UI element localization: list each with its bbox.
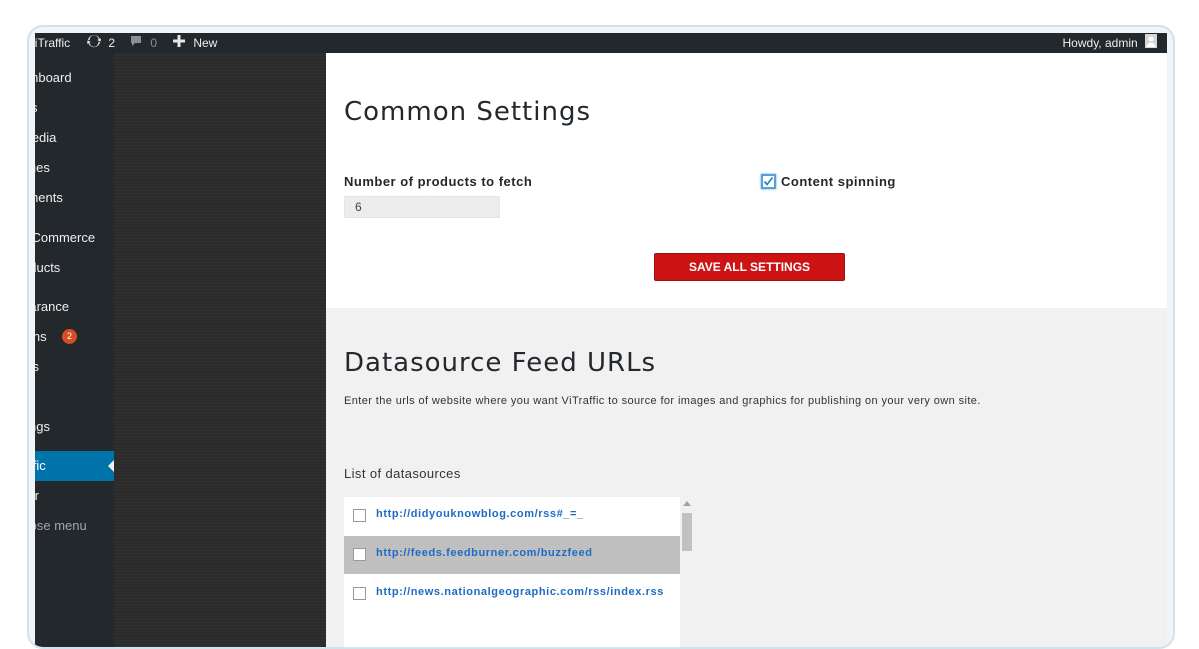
scroll-up-arrow-icon[interactable] <box>683 501 691 506</box>
datasource-list-label: List of datasources <box>344 466 461 481</box>
checkmark-icon <box>763 176 774 187</box>
sidebar-item-label: WooCommerce <box>35 223 95 253</box>
updates-link[interactable]: 2 <box>86 33 115 53</box>
sidebar-item-dashboard[interactable]: Dashboard <box>35 63 114 93</box>
products-count-input[interactable] <box>344 196 500 218</box>
admin-bar: ViTraffic 2 0 New Howdy, <box>35 33 1167 53</box>
datasource-url[interactable]: http://feeds.feedburner.com/buzzfeed <box>376 547 593 559</box>
datasource-description: Enter the urls of website where you want… <box>344 395 981 407</box>
scrollbar-thumb[interactable] <box>682 513 692 551</box>
datasource-title: Datasource Feed URLs <box>344 348 656 378</box>
sidebar-item-posts[interactable]: Posts <box>35 93 114 123</box>
sidebar-item-label: Products <box>35 253 60 283</box>
content-spinning-label: Content spinning <box>781 174 896 189</box>
sidebar-item-comments[interactable]: Comments <box>35 183 114 213</box>
sidebar-item-label: Appearance <box>35 292 69 322</box>
sidebar-item-vitraffic[interactable]: ViTraffic <box>35 451 114 481</box>
datasource-url[interactable]: http://news.nationalgeographic.com/rss/i… <box>376 586 664 598</box>
sidebar-item-label: Comments <box>35 183 63 213</box>
greeting-text: Howdy, admin <box>1063 36 1138 50</box>
sidebar-item-settings[interactable]: Settings <box>35 412 114 442</box>
sidebar-item-label: Collapse menu <box>35 511 87 541</box>
products-count-label: Number of products to fetch <box>344 174 532 189</box>
sidebar-item-woocommerce[interactable]: WooCommerce <box>35 223 114 253</box>
comments-link[interactable]: 0 <box>130 33 157 53</box>
updates-count: 2 <box>108 36 115 50</box>
sidebar-item-editor[interactable]: Editor <box>35 481 114 511</box>
sidebar-item-collapse-menu[interactable]: Collapse menu <box>35 511 114 541</box>
sidebar-item-pages[interactable]: Pages <box>35 153 114 183</box>
sidebar-item-label: Media <box>35 123 56 153</box>
datasource-row-checkbox[interactable] <box>353 548 366 561</box>
datasource-list-scrollbar[interactable] <box>680 497 694 647</box>
sidebar-item-label: ViTraffic <box>35 451 46 481</box>
sidebar-item-label: Plugins <box>35 322 47 352</box>
browser-frame: ViTraffic 2 0 New Howdy, <box>27 25 1175 649</box>
datasource-row[interactable]: http://news.nationalgeographic.com/rss/i… <box>344 575 680 613</box>
sidebar-item-users[interactable]: Users <box>35 352 114 382</box>
sidebar-item-appearance[interactable]: Appearance <box>35 292 114 322</box>
wp-admin-window: ViTraffic 2 0 New Howdy, <box>35 33 1167 647</box>
sidebar-item-label: Settings <box>35 412 50 442</box>
avatar <box>1145 34 1157 54</box>
sidebar-item-products[interactable]: Products <box>35 253 114 283</box>
new-content-link[interactable]: New <box>172 33 217 53</box>
sidebar-item-label: Dashboard <box>35 63 72 93</box>
sidebar-item-label: Posts <box>35 93 38 123</box>
datasource-url[interactable]: http://didyouknowblog.com/rss#_=_ <box>376 508 584 520</box>
sidebar-item-media[interactable]: Media <box>35 123 114 153</box>
common-settings-title: Common Settings <box>344 97 591 127</box>
my-account-link[interactable]: Howdy, admin <box>1063 33 1157 53</box>
sidebar-item-label: Users <box>35 352 39 382</box>
sidebar-item-tools[interactable]: Tools <box>35 382 114 412</box>
comment-icon <box>130 34 142 54</box>
datasource-row-checkbox[interactable] <box>353 587 366 600</box>
plugin-sidebar-panel <box>114 53 326 647</box>
comments-count: 0 <box>150 36 157 50</box>
datasource-row-checkbox[interactable] <box>353 509 366 522</box>
common-settings-panel: Common Settings Number of products to fe… <box>326 53 1167 308</box>
datasource-row[interactable]: http://feeds.feedburner.com/buzzfeed <box>344 536 680 574</box>
sidebar-item-label: Pages <box>35 153 50 183</box>
new-label: New <box>193 36 217 50</box>
site-name-link[interactable]: ViTraffic <box>35 33 70 53</box>
content-spinning-checkbox[interactable] <box>761 174 776 189</box>
plugins-update-badge: 2 <box>62 329 77 344</box>
updates-icon <box>86 34 102 54</box>
sidebar-item-label: Editor <box>35 481 39 511</box>
datasource-list[interactable]: http://didyouknowblog.com/rss#_=_ http:/… <box>344 497 680 647</box>
sidebar-item-plugins[interactable]: Plugins 2 <box>35 322 114 352</box>
plus-icon <box>172 34 186 54</box>
admin-menu: DashboardPostsMediaPagesComments WooComme… <box>35 53 114 647</box>
main-content: Common Settings Number of products to fe… <box>326 53 1167 647</box>
site-name: ViTraffic <box>35 36 70 50</box>
datasource-row[interactable]: http://didyouknowblog.com/rss#_=_ <box>344 497 680 535</box>
save-all-settings-button[interactable]: SAVE ALL SETTINGS <box>654 253 845 281</box>
